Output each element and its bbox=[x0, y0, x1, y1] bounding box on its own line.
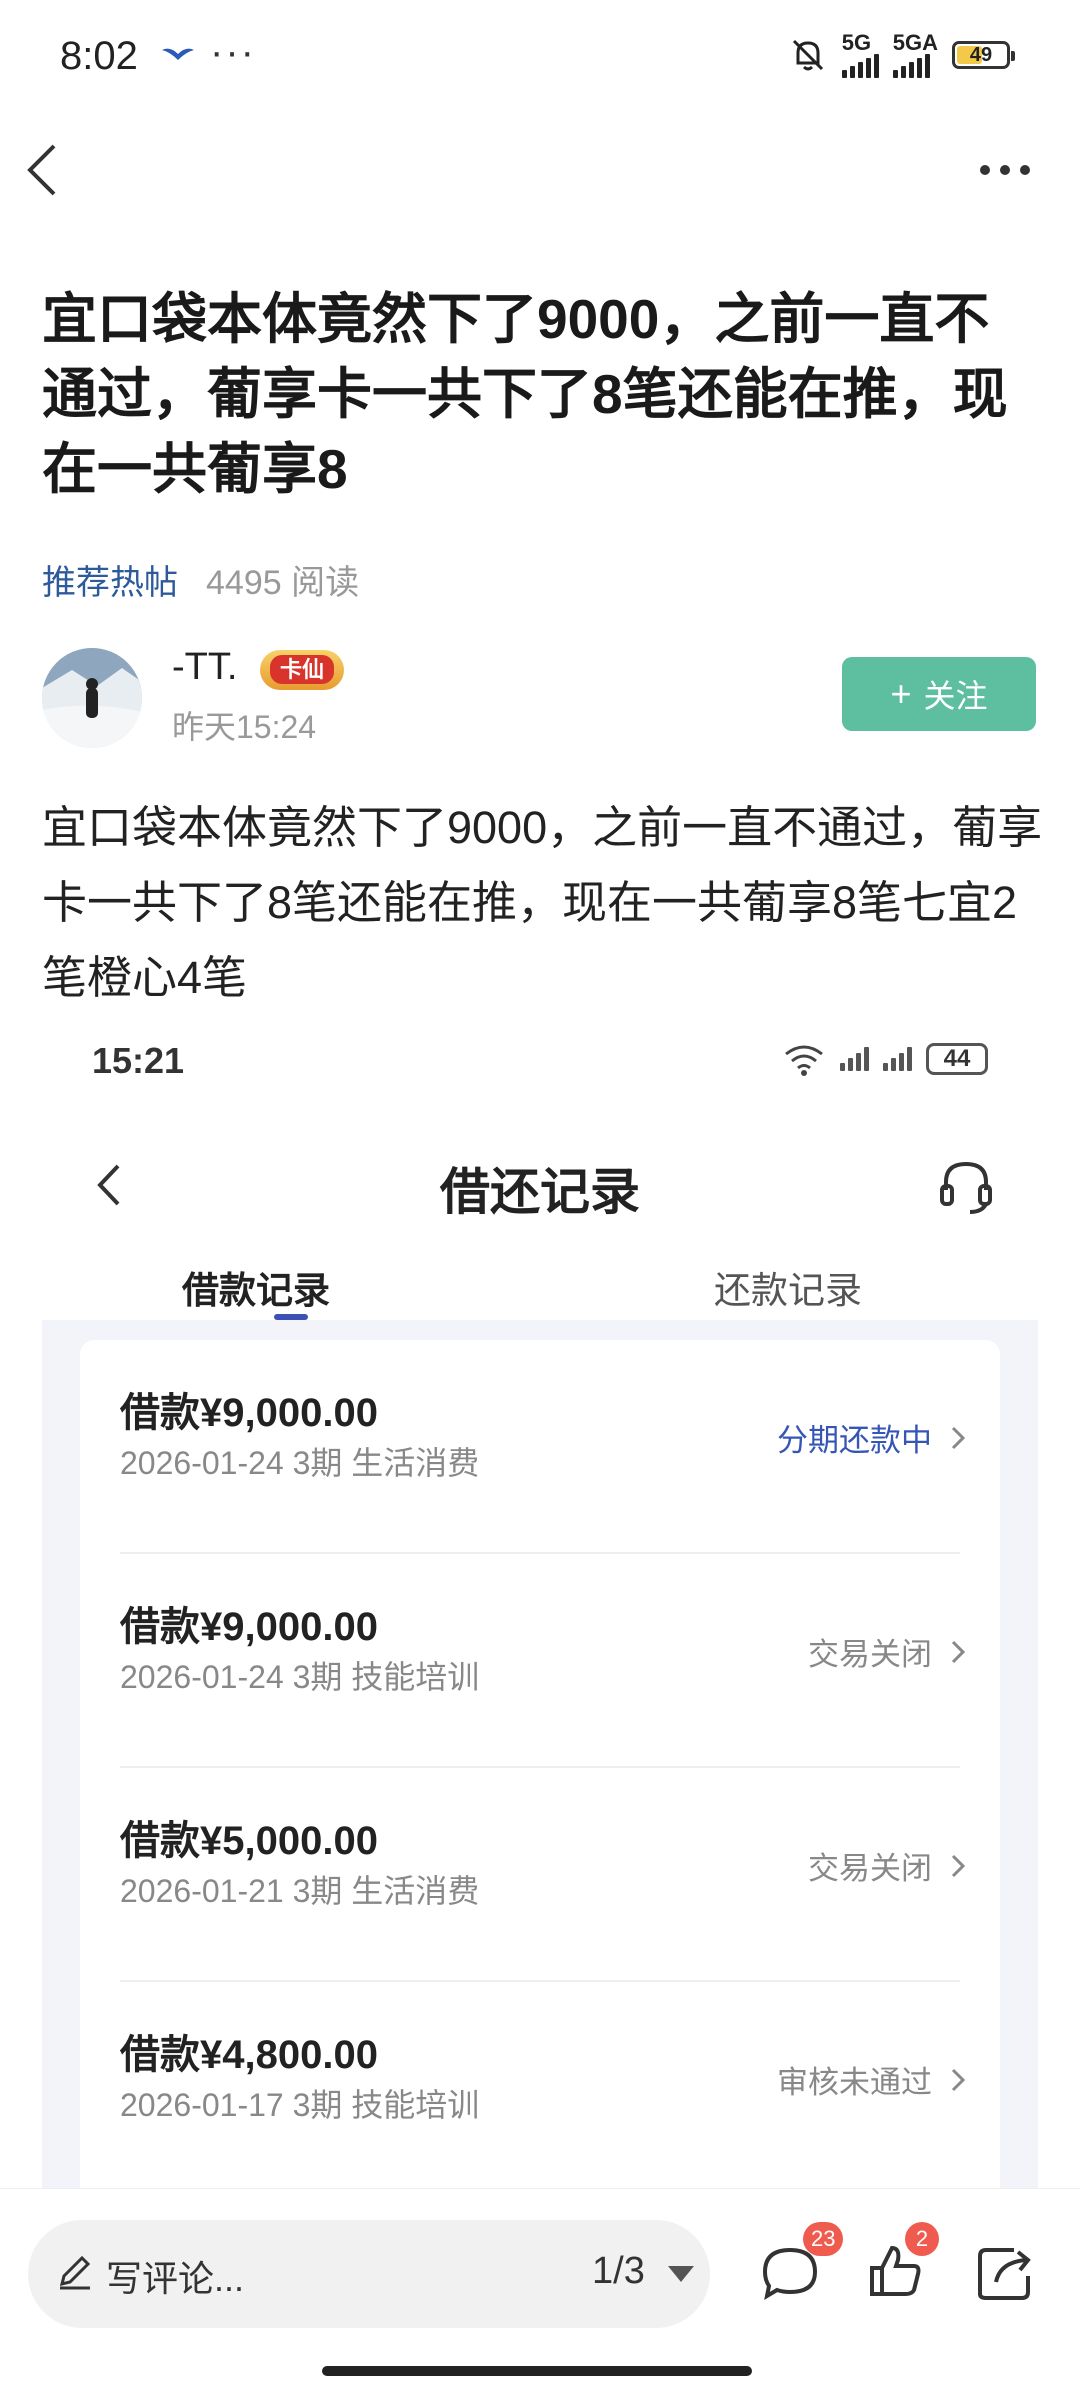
record-item: 借款¥9,000.00 2026-01-24 3期 技能培训 交易关闭 bbox=[80, 1554, 1000, 1768]
net-label-1: 5G bbox=[841, 30, 872, 55]
tab-repay-records: 还款记录 bbox=[714, 1270, 862, 1311]
records-list: 借款¥9,000.00 2026-01-24 3期 生活消费 分期还款中 借款¥… bbox=[80, 1340, 1000, 2190]
embedded-battery-icon: 44 bbox=[926, 1043, 988, 1075]
battery-level: 49 bbox=[969, 43, 993, 66]
more-icon bbox=[980, 165, 1030, 175]
signal-5ga-icon: 5GA bbox=[892, 30, 938, 78]
post-time: 昨天15:24 bbox=[172, 709, 317, 745]
like-count-badge: 2 bbox=[905, 2222, 939, 2256]
record-status-text: 交易关闭 bbox=[808, 1637, 932, 1672]
record-detail: 2026-01-24 3期 生活消费 bbox=[120, 1445, 480, 1481]
chevron-left-icon bbox=[27, 144, 56, 196]
more-options-button[interactable] bbox=[970, 150, 1040, 190]
chevron-right-icon bbox=[951, 1640, 966, 1663]
record-status: 审核未通过 bbox=[777, 2057, 966, 2102]
embedded-page-title: 借还记录 bbox=[440, 1164, 640, 1220]
post-body: 宜口袋本体竟然下了9000，之前一直不通过，葡享卡一共下了8笔还能在推，现在一共… bbox=[42, 802, 1043, 1003]
home-indicator[interactable] bbox=[322, 2366, 752, 2376]
mute-bell-icon bbox=[792, 39, 823, 71]
record-detail: 2026-01-24 3期 技能培训 bbox=[120, 1659, 480, 1695]
status-time: 8:02 bbox=[60, 34, 138, 78]
record-amount: 借款¥9,000.00 bbox=[120, 1391, 378, 1435]
page-indicator[interactable]: 1/3 bbox=[592, 2250, 645, 2293]
record-status-text: 交易关闭 bbox=[808, 1851, 932, 1886]
record-item: 借款¥9,000.00 2026-01-24 3期 生活消费 分期还款中 bbox=[80, 1340, 1000, 1554]
record-status-text: 分期还款中 bbox=[777, 1423, 932, 1458]
headset-icon bbox=[936, 1156, 996, 1221]
embedded-battery-level: 44 bbox=[943, 1045, 971, 1072]
record-item: 借款¥4,800.00 2026-01-17 3期 技能培训 审核未通过 bbox=[80, 1982, 1000, 2190]
record-item: 借款¥5,000.00 2026-01-21 3期 生活消费 交易关闭 bbox=[80, 1768, 1000, 1982]
follow-button[interactable]: + 关注 bbox=[842, 657, 1036, 731]
signal-icon bbox=[840, 1047, 869, 1071]
chevron-right-icon bbox=[951, 2068, 966, 2091]
wifi-icon bbox=[785, 1045, 823, 1076]
caret-down-icon[interactable] bbox=[668, 2266, 694, 2282]
record-detail: 2026-01-17 3期 技能培训 bbox=[120, 2087, 480, 2123]
share-icon bbox=[978, 2248, 1031, 2300]
plus-icon: + bbox=[890, 673, 912, 714]
read-count: 4495 阅读 bbox=[206, 564, 360, 602]
status-icons: 5G 5GA 49 bbox=[788, 30, 1015, 78]
record-status-text: 审核未通过 bbox=[777, 2065, 932, 2100]
follow-label: 关注 bbox=[923, 678, 988, 714]
author-badge-text: 卡仙 bbox=[270, 655, 335, 684]
signal-icon-2 bbox=[883, 1047, 912, 1071]
author-name[interactable]: -TT. bbox=[172, 646, 237, 689]
tab-borrow-records: 借款记录 bbox=[182, 1270, 330, 1311]
chevron-right-icon bbox=[951, 1854, 966, 1877]
author-badge: 卡仙 bbox=[260, 650, 345, 690]
embedded-status-icons: 44 bbox=[782, 1042, 988, 1076]
record-amount: 借款¥4,800.00 bbox=[120, 2033, 378, 2077]
back-button[interactable] bbox=[22, 140, 72, 200]
record-status: 分期还款中 bbox=[777, 1415, 966, 1460]
share-button[interactable] bbox=[970, 2238, 1040, 2308]
record-amount: 借款¥5,000.00 bbox=[120, 1819, 378, 1863]
post-title: 宜口袋本体竟然下了9000，之前一直不通过，葡享卡一共下了8笔还能在推，现在一共… bbox=[42, 288, 1008, 500]
embedded-status-time: 15:21 bbox=[92, 1040, 185, 1081]
record-status: 交易关闭 bbox=[808, 1843, 966, 1888]
battery-icon: 49 bbox=[952, 41, 1015, 69]
comment-placeholder[interactable]: 写评论... bbox=[106, 2250, 244, 2302]
post-meta: 推荐热帖 4495 阅读 bbox=[42, 555, 359, 604]
pen-icon bbox=[54, 2250, 96, 2297]
comment-count-badge: 23 bbox=[803, 2222, 844, 2256]
record-detail: 2026-01-21 3期 生活消费 bbox=[120, 1873, 480, 1909]
chevron-right-icon bbox=[951, 1426, 966, 1449]
net-label-2: 5GA bbox=[892, 30, 938, 55]
record-status: 交易关闭 bbox=[808, 1629, 966, 1674]
author-avatar[interactable] bbox=[42, 648, 142, 748]
recommend-tag-link[interactable]: 推荐热帖 bbox=[42, 555, 178, 604]
post-image[interactable]: 15:21 44 借还记录 借款记录 还款记录 借款¥9,000.00 2026… bbox=[42, 1020, 1038, 2190]
record-amount: 借款¥9,000.00 bbox=[120, 1605, 378, 1649]
status-more-dots: ··· bbox=[210, 30, 256, 74]
bird-app-icon bbox=[160, 44, 196, 69]
signal-5g-icon: 5G bbox=[841, 30, 879, 78]
